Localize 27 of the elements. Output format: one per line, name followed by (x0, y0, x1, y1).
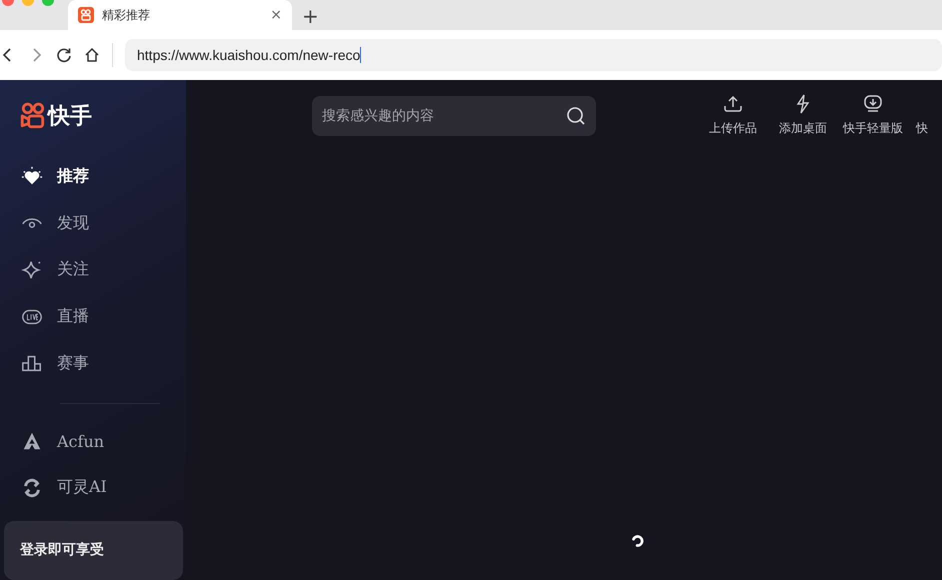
sidebar-item[interactable]: 推荐 (0, 153, 186, 200)
upload-icon (723, 94, 743, 114)
new-tab-button[interactable]: + (302, 4, 319, 28)
address-field[interactable]: https://www.kuaishou.com/new-reco (125, 39, 942, 71)
search-field[interactable]: 搜索感兴趣的内容 (312, 96, 596, 136)
sidebar-item[interactable]: 关注 (0, 246, 186, 294)
letter-a-icon (21, 430, 43, 452)
home-icon[interactable] (84, 47, 100, 63)
sidebar-item[interactable]: 赛事 (0, 340, 186, 387)
toolbar-item[interactable]: 快 (916, 94, 930, 137)
sidebar-item[interactable]: 发现 (0, 200, 186, 247)
search-icon[interactable] (566, 106, 586, 126)
toolbar-item[interactable]: 上传作品 (706, 94, 760, 137)
browser-tab[interactable]: 精彩推荐 × (68, 0, 292, 30)
reload-icon[interactable] (56, 47, 72, 63)
toolbar-item[interactable]: 添加桌面 (776, 94, 830, 137)
camera-logo-icon (20, 102, 46, 130)
sidebar-item[interactable]: 直播 (0, 293, 186, 340)
swirl-icon (21, 476, 43, 499)
close-tab-button[interactable]: × (270, 7, 282, 23)
app-logo-icon (78, 7, 94, 23)
sidebar-item[interactable]: 可灵AI (0, 464, 186, 512)
sidebar-item[interactable]: Acfun (0, 418, 186, 464)
login-prompt: 登录即可享受 (20, 542, 104, 558)
brand-name: 快手 (48, 102, 92, 131)
sparkle-icon (21, 258, 43, 281)
download-icon (863, 94, 883, 114)
